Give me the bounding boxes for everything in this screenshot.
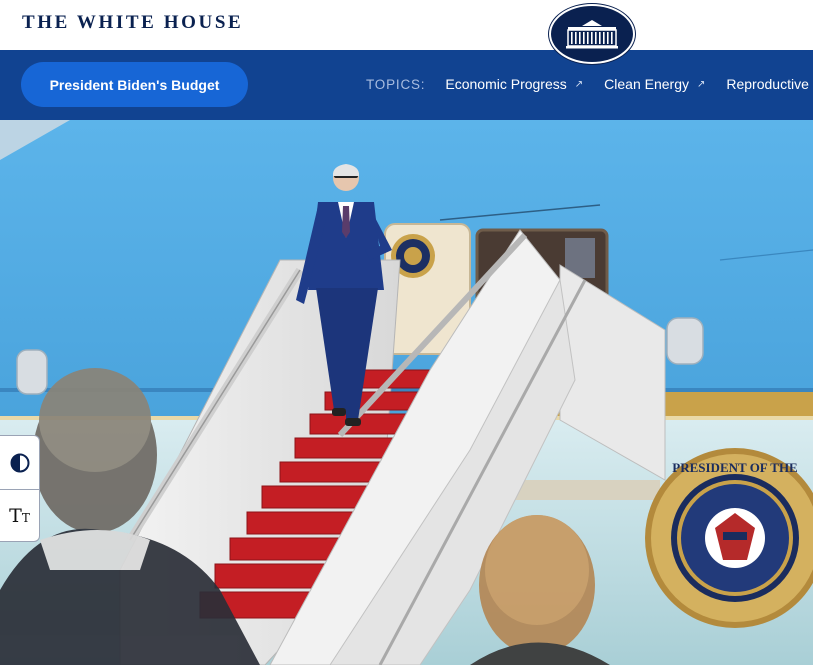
site-title[interactable]: THE WHITE HOUSE — [22, 12, 243, 34]
topic-label: Reproductive F — [726, 76, 813, 92]
contrast-toggle-button[interactable] — [0, 436, 39, 489]
white-house-seal-icon[interactable] — [549, 4, 635, 64]
external-arrow-icon: ↗ — [696, 78, 706, 90]
text-size-button[interactable]: TT — [0, 489, 39, 542]
text-size-icon: TT — [9, 505, 30, 527]
topic-label: Economic Progress — [445, 76, 567, 92]
external-arrow-icon: ↗ — [574, 78, 584, 90]
seal-text: PRESIDENT OF THE — [672, 460, 797, 475]
budget-button[interactable]: President Biden's Budget — [21, 62, 248, 107]
site-header: THE WHITE HOUSE — [0, 0, 813, 50]
accessibility-toolbar: TT — [0, 435, 40, 542]
main-navigation: President Biden's Budget TOPICS: Economi… — [0, 50, 813, 120]
topic-label: Clean Energy — [604, 76, 689, 92]
topic-reproductive[interactable]: Reproductive F — [726, 76, 813, 92]
topic-clean-energy[interactable]: Clean Energy ↗ — [604, 76, 705, 92]
topics-list: TOPICS: Economic Progress ↗ Clean Energy… — [366, 76, 813, 92]
topic-economic-progress[interactable]: Economic Progress ↗ — [445, 76, 583, 92]
contrast-icon — [10, 453, 29, 472]
topics-label: TOPICS: — [366, 76, 426, 92]
hero-image: PRESIDENT OF THE — [0, 120, 813, 665]
